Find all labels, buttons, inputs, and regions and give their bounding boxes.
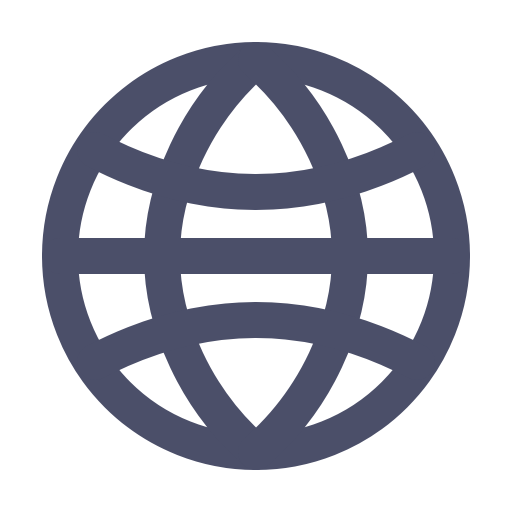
globe-latitude-upper — [77, 132, 435, 210]
icon-canvas — [0, 0, 512, 512]
globe-latitude-lower — [77, 302, 435, 380]
globe-icon — [42, 42, 470, 470]
